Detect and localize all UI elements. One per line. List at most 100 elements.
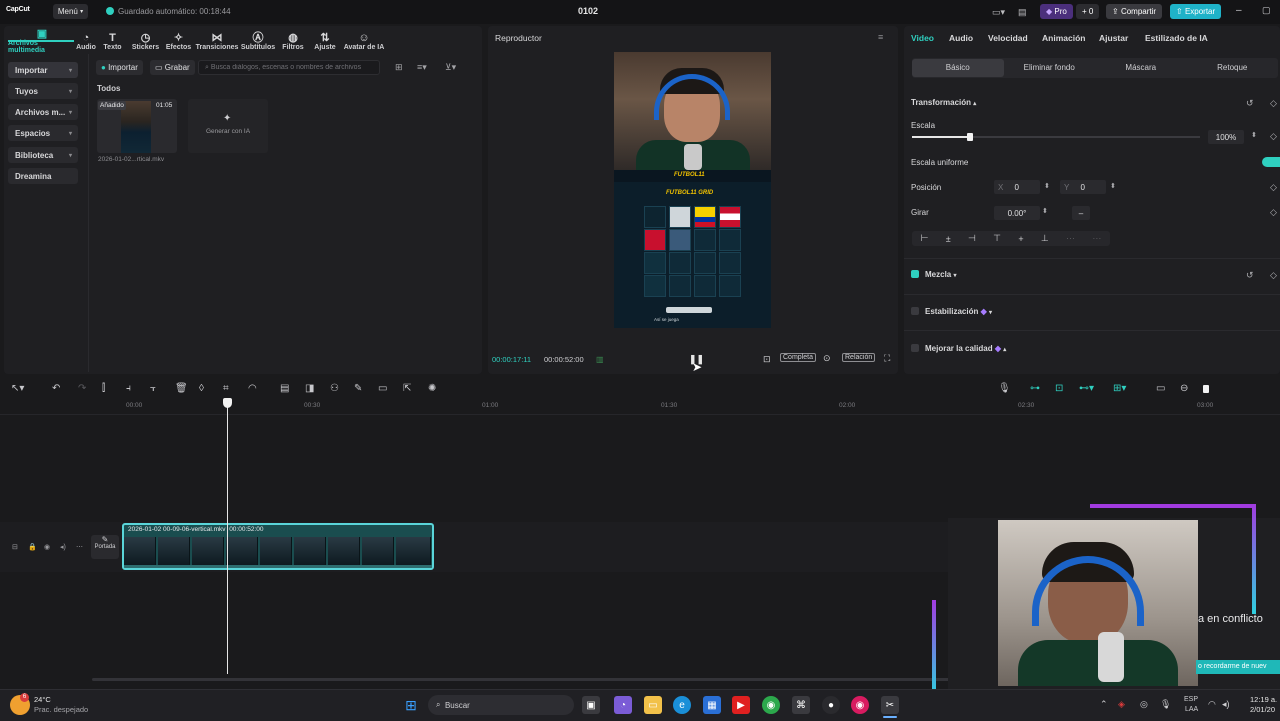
eye-icon[interactable]: ◉ [44, 543, 50, 551]
menu-button[interactable]: Menú ▾ [53, 4, 88, 19]
wifi-icon[interactable]: ◠ [1208, 699, 1216, 710]
caption-icon[interactable]: ▤ [280, 383, 289, 394]
speed-icon[interactable]: ◠ [248, 383, 257, 394]
stabilize-label[interactable]: Estabilización ◆ ▾ [925, 307, 992, 316]
layout-icon[interactable]: ▭▾ [992, 7, 1005, 18]
keyframe-icon[interactable]: ◇ [1270, 182, 1277, 193]
ratio-button[interactable]: Relación [842, 353, 876, 362]
frame-icon[interactable]: ▭ [378, 383, 387, 394]
keyframe-icon[interactable]: ◇ [1270, 131, 1277, 142]
scale-input[interactable]: 100% [1208, 130, 1244, 144]
record-button[interactable]: ▭ Grabar [150, 60, 195, 75]
enhance-checkbox[interactable] [911, 344, 919, 352]
position-x-input[interactable]: X 0 [994, 180, 1040, 194]
keyframe-icon[interactable]: ◇ [1270, 98, 1277, 109]
pro-button[interactable]: ◆ Pro [1040, 4, 1073, 19]
align-middle-icon[interactable]: + [1018, 234, 1023, 244]
tab-adjust[interactable]: Ajustar [1099, 33, 1145, 43]
lock-icon[interactable]: 🔒 [28, 543, 37, 551]
generate-ai-card[interactable]: ✦ Generar con IA [188, 99, 268, 153]
align-left-icon[interactable]: ⊢ [921, 233, 929, 244]
more-icon[interactable]: ⋯ [76, 543, 83, 551]
sidebar-item-library[interactable]: Biblioteca ▾ [8, 147, 78, 163]
tab-audio[interactable]: Audio [949, 33, 988, 43]
smart-icon[interactable]: ✺ [428, 383, 436, 394]
gamepad-icon[interactable]: ⌘ [792, 696, 810, 714]
tab-animation[interactable]: Animación [1042, 33, 1099, 43]
captions-icon[interactable]: ▭ [1156, 383, 1165, 394]
minimize-icon[interactable]: – [1236, 5, 1242, 16]
align-bottom-icon[interactable]: ⊥ [1041, 233, 1049, 244]
playhead-handle[interactable] [223, 398, 232, 408]
person-icon[interactable]: ⚇ [330, 383, 339, 394]
sidebar-item-dreamina[interactable]: Dreamina [8, 168, 78, 184]
task-view-icon[interactable]: ▣ [582, 696, 600, 714]
stepper-icon[interactable]: ⬍ [1044, 182, 1050, 190]
crop-icon[interactable]: ⊡ [763, 354, 771, 365]
distribute-icon[interactable]: ⋯ [1092, 233, 1101, 244]
filter-icon[interactable]: ⊻▾ [445, 62, 456, 73]
split-left-icon[interactable]: ⫞ [126, 383, 131, 394]
network-icon[interactable]: ◎ [1140, 699, 1148, 710]
tab-audio[interactable]: ◔ Audio [76, 32, 96, 51]
stepper-icon[interactable]: ⬍ [1042, 207, 1048, 215]
app-icon[interactable]: ◉ [851, 696, 869, 714]
subtab-retouch[interactable]: Retoque [1187, 59, 1279, 77]
taskbar-search[interactable]: ⌕ Buscar [428, 695, 574, 715]
youtube-icon[interactable]: ▶ [732, 696, 750, 714]
playhead[interactable] [223, 398, 232, 674]
speaker-icon[interactable]: ◂) [60, 543, 66, 551]
sidebar-item-import[interactable]: Importar ▾ [8, 62, 78, 78]
magic-icon[interactable]: ✎ [354, 383, 362, 394]
tab-filters[interactable]: ◍ Filtros [277, 32, 309, 51]
blend-label[interactable]: Mezcla ▾ [925, 270, 956, 279]
track-fold-icon[interactable]: ⊟ [12, 543, 18, 551]
zoom-out-icon[interactable]: ⊖ [1180, 383, 1188, 394]
edge-icon[interactable]: e [673, 696, 691, 714]
layout-indicator[interactable]: LAA [1185, 706, 1198, 713]
copilot-icon[interactable]: ◔ [614, 696, 632, 714]
magnet-icon[interactable]: ⊡ [1055, 383, 1063, 394]
player-menu-icon[interactable]: ≡ [878, 32, 883, 42]
store-icon[interactable]: ▦ [703, 696, 721, 714]
preview-axis-icon[interactable]: ⊞▾ [1113, 383, 1126, 394]
volume-icon[interactable]: ◂) [1222, 699, 1230, 710]
obs-icon[interactable]: ● [822, 696, 840, 714]
tab-text[interactable]: T Texto [96, 32, 129, 51]
tab-effects[interactable]: ✧ Efectos [162, 32, 195, 51]
tab-ai-avatar[interactable]: ☺ Avatar de IA [341, 32, 387, 51]
split-icon[interactable]: ⫿ [102, 383, 105, 394]
mirror-icon[interactable]: ◨ [305, 383, 314, 394]
tab-adjust[interactable]: ⇅ Ajuste [309, 32, 341, 51]
media-search-input[interactable]: ⌕ Busca diálogos, escenas o nombres de a… [198, 60, 380, 75]
select-cursor-icon[interactable]: ↖▾ [11, 383, 24, 394]
tab-stickers[interactable]: ◷ Stickers [129, 32, 162, 51]
align-center-icon[interactable]: ± [946, 234, 951, 244]
video-preview[interactable]: FUTBOL11 FUTBOL11 GRID Así se juega [614, 52, 771, 328]
tray-app-icon[interactable]: ◈ [1118, 699, 1125, 710]
microphone-tray-icon[interactable]: 🎙 [1160, 699, 1171, 710]
export-button[interactable]: ⇧ Exportar [1170, 4, 1222, 19]
windows-start-icon[interactable]: ⊞ [402, 696, 420, 714]
align-right-icon[interactable]: ⊣ [968, 233, 976, 244]
crop-icon[interactable]: ⌗ [223, 383, 229, 394]
timeline-clip[interactable]: 2026-01-02 00-09-06-vertical.mkv 00:00:5… [122, 523, 434, 570]
enhance-label[interactable]: Mejorar la calidad ◆ ▴ [925, 344, 1006, 353]
tab-transitions[interactable]: ⋈ Transiciones [195, 32, 239, 51]
maximize-icon[interactable]: ▢ [1262, 5, 1271, 16]
full-quality-button[interactable]: Completa [780, 353, 816, 362]
tab-speed[interactable]: Velocidad [988, 33, 1042, 43]
link-icon[interactable]: ⊶ [1030, 383, 1040, 394]
file-explorer-icon[interactable]: ▭ [644, 696, 662, 714]
undo-icon[interactable]: ↶ [52, 383, 60, 394]
chain-icon[interactable]: ⊷▾ [1079, 383, 1094, 394]
zoom-slider-handle[interactable] [1203, 385, 1209, 393]
align-top-icon[interactable]: ⊤ [993, 233, 1001, 244]
panel-icon[interactable]: ▤ [1018, 7, 1027, 18]
credits-button[interactable]: + 0 [1076, 4, 1100, 19]
scale-slider-track[interactable] [912, 133, 1200, 141]
reset-icon[interactable]: ↺ [1246, 270, 1254, 281]
import-button[interactable]: ● Importar [96, 60, 143, 75]
delete-icon[interactable]: 🗑 [175, 383, 188, 394]
sidebar-item-yours[interactable]: Tuyos ▾ [8, 83, 78, 99]
